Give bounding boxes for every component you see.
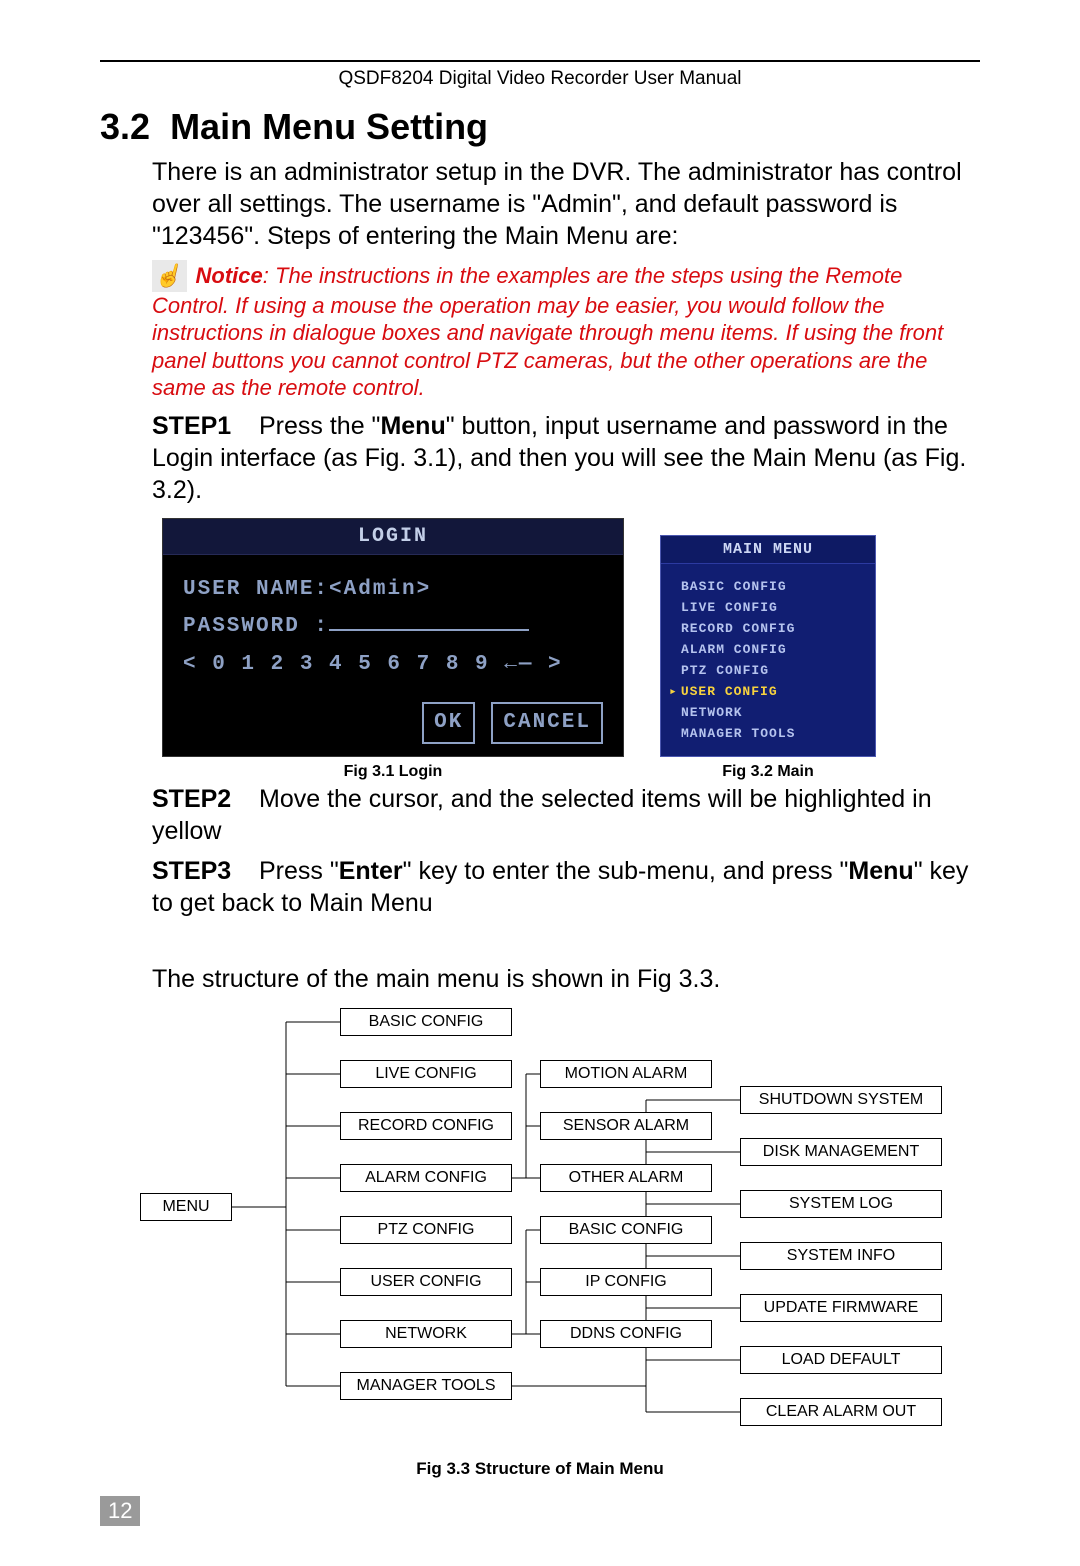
login-user-label: USER NAME: [183,578,329,601]
step1-label: STEP1 [152,412,231,440]
step1-pre: Press the " [259,412,380,440]
step3-label: STEP3 [152,857,231,885]
page-header: QSDF8204 Digital Video Recorder User Man… [100,60,980,90]
mainmenu-item[interactable]: LIVE CONFIG [669,597,867,618]
mainmenu-item[interactable]: BASIC CONFIG [669,576,867,597]
diagram-node: SENSOR ALARM [540,1112,712,1140]
login-body: USER NAME:<Admin> PASSWORD : < 0 1 2 3 4… [163,555,623,756]
mainmenu-item[interactable]: PTZ CONFIG [669,660,867,681]
page-number: 12 [100,1496,140,1526]
mainmenu-item[interactable]: USER CONFIG [669,681,867,702]
diagram-node: LOAD DEFAULT [740,1346,942,1374]
step1-keyword: Menu [380,412,445,440]
notice-label: Notice [196,263,263,288]
login-pass-field [329,629,529,631]
login-screenshot: LOGIN USER NAME:<Admin> PASSWORD : < 0 1… [162,518,624,757]
section-heading: 3.2 Main Menu Setting [100,106,980,148]
manual-page: QSDF8204 Digital Video Recorder User Man… [0,0,1080,1566]
fig32-caption: Fig 3.2 Main [722,763,814,781]
cancel-button[interactable]: CANCEL [491,702,603,744]
step3-kw1: Enter [339,857,403,885]
diagram-node: CLEAR ALARM OUT [740,1398,942,1426]
diagram-node: DDNS CONFIG [540,1320,712,1348]
diagram-node: SHUTDOWN SYSTEM [740,1086,942,1114]
fig33-caption: Fig 3.3 Structure of Main Menu [100,1459,980,1479]
fig-login-col: LOGIN USER NAME:<Admin> PASSWORD : < 0 1… [162,518,624,781]
mainmenu-title: MAIN MENU [661,536,875,564]
hand-icon: ☝ [152,260,187,292]
diagram-node: BASIC CONFIG [340,1008,512,1036]
figures-row: LOGIN USER NAME:<Admin> PASSWORD : < 0 1… [110,518,980,781]
diagram-node: IP CONFIG [540,1268,712,1296]
section-title: Main Menu Setting [170,106,488,147]
login-pass-label: PASSWORD : [183,615,329,638]
login-title: LOGIN [163,519,623,555]
step3-mid: " key to enter the sub-menu, and press " [403,857,849,885]
diagram-node: MOTION ALARM [540,1060,712,1088]
mainmenu-body: BASIC CONFIGLIVE CONFIGRECORD CONFIGALAR… [661,564,875,756]
step3-kw2: Menu [848,857,913,885]
fig31-caption: Fig 3.1 Login [344,763,443,781]
login-buttons: OK CANCEL [183,702,603,744]
step1-paragraph: STEP1 Press the "Menu" button, input use… [100,410,980,506]
diagram-node: SYSTEM LOG [740,1190,942,1218]
diagram-node: NETWORK [340,1320,512,1348]
diagram-node: USER CONFIG [340,1268,512,1296]
mainmenu-item[interactable]: NETWORK [669,702,867,723]
diagram-node: BASIC CONFIG [540,1216,712,1244]
diagram-node: MENU [140,1193,232,1221]
step3-pre: Press " [259,857,339,885]
diagram-node: RECORD CONFIG [340,1112,512,1140]
diagram-node: DISK MANAGEMENT [740,1138,942,1166]
diagram-node: LIVE CONFIG [340,1060,512,1088]
step2-text: Move the cursor, and the selected items … [152,785,932,845]
mainmenu-item[interactable]: RECORD CONFIG [669,618,867,639]
login-username-row: USER NAME:<Admin> [183,571,603,609]
mainmenu-screenshot: MAIN MENU BASIC CONFIGLIVE CONFIGRECORD … [660,535,876,757]
login-user-value: <Admin> [329,578,431,601]
mainmenu-item[interactable]: ALARM CONFIG [669,639,867,660]
step2-label: STEP2 [152,785,231,813]
fig-mainmenu-col: MAIN MENU BASIC CONFIGLIVE CONFIGRECORD … [660,535,876,781]
step3-paragraph: STEP3 Press "Enter" key to enter the sub… [100,855,980,919]
diagram-node: MANAGER TOOLS [340,1372,512,1400]
menu-structure-diagram: MENU BASIC CONFIG LIVE CONFIG RECORD CONFIG… [130,1003,950,1453]
diagram-node: PTZ CONFIG [340,1216,512,1244]
login-password-row: PASSWORD : [183,608,603,646]
diagram-node: ALARM CONFIG [340,1164,512,1192]
diagram-node: SYSTEM INFO [740,1242,942,1270]
mainmenu-item[interactable]: MANAGER TOOLS [669,723,867,744]
ok-button[interactable]: OK [422,702,475,744]
struct-intro: The structure of the main menu is shown … [100,963,980,995]
diagram-node: OTHER ALARM [540,1164,712,1192]
section-number: 3.2 [100,106,150,147]
notice-paragraph: ☝ Notice: The instructions in the exampl… [100,260,980,402]
intro-paragraph: There is an administrator setup in the D… [100,156,980,252]
notice-text: : The instructions in the examples are t… [152,263,943,400]
step2-paragraph: STEP2 Move the cursor, and the selected … [100,783,980,847]
diagram-node: UPDATE FIRMWARE [740,1294,942,1322]
login-digits-row: < 0 1 2 3 4 5 6 7 8 9 ←— > [183,646,603,684]
